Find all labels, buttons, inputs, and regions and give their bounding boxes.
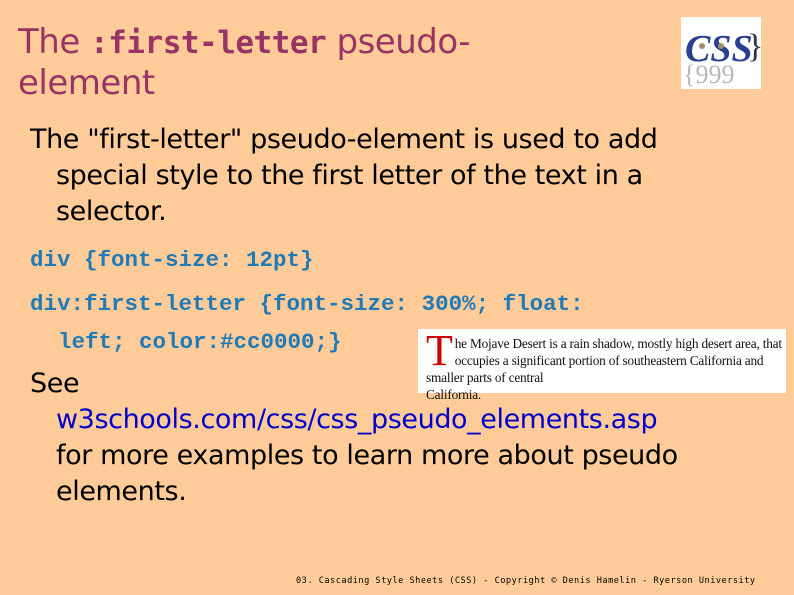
css-logo-icon: CSS } {999 <box>681 17 763 89</box>
w3schools-link[interactable]: w3schools.com/css/css_pseudo_elements.as… <box>56 404 658 435</box>
svg-text:}: } <box>747 28 761 65</box>
code-rule-1: div {font-size: 12pt} <box>30 247 314 273</box>
title-code: :first-letter <box>90 25 327 61</box>
example-first-letter: T <box>426 326 453 375</box>
svg-text:{999: {999 <box>683 60 734 89</box>
slide-footer: 03. Cascading Style Sheets (CSS) - Copyr… <box>296 576 756 586</box>
code-rule-2-line-1: div:first-letter {font-size: 300%; float… <box>30 291 584 317</box>
title-prefix: The <box>18 22 91 62</box>
intro-line-3: selector. <box>56 196 167 227</box>
intro-line-1: The "first-letter" pseudo-element is use… <box>30 124 658 155</box>
see-paragraph: See w3schools.com/css/css_pseudo_element… <box>30 366 775 510</box>
title-line2: element <box>18 63 155 103</box>
intro-paragraph: The "first-letter" pseudo-element is use… <box>30 122 775 230</box>
see-line-4: elements. <box>56 476 187 507</box>
slide-title: The :first-letter pseudo- element <box>18 22 658 103</box>
see-label: See <box>30 368 80 399</box>
intro-line-2: special style to the first letter of the… <box>56 160 643 191</box>
title-suffix: pseudo- <box>326 22 471 62</box>
see-line-3: for more examples to learn more about ps… <box>56 440 678 471</box>
